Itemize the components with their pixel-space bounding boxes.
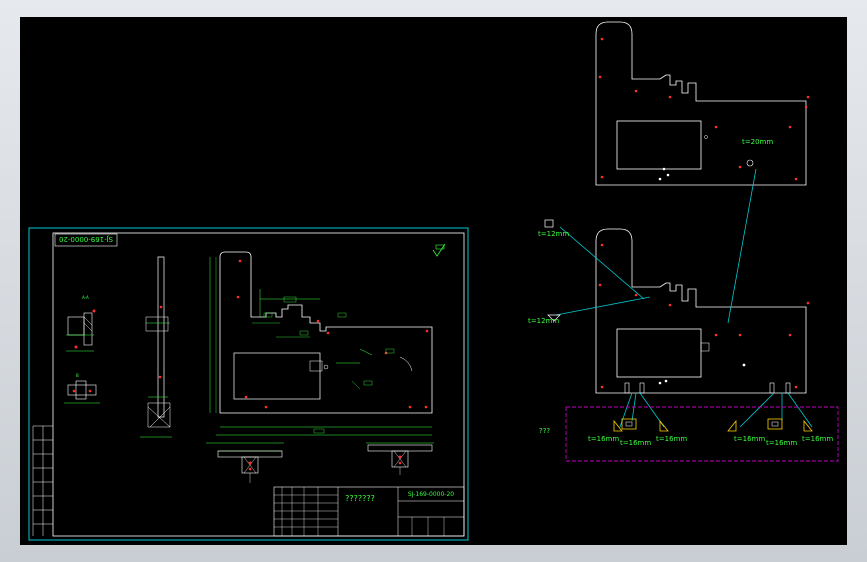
callout-t12-top: t=12mm: [538, 219, 569, 238]
callout-label-7: t=16mm: [766, 439, 797, 447]
triangle-icon: [613, 419, 623, 432]
title-block: ??????? SJ-169-0000-20: [273, 486, 465, 537]
square-icon: [621, 418, 637, 430]
main-plate-view: [209, 251, 433, 436]
callout-label-6: t=16mm: [734, 435, 765, 443]
drawing-svg: SJ-169-0000-20 A-A B ??????? SJ-169-0000…: [28, 21, 839, 541]
square-icon: [767, 418, 783, 430]
title-block-name: ???????: [345, 494, 375, 503]
svg-text:B: B: [76, 373, 79, 378]
thickness-label-top: t=20mm: [742, 138, 773, 146]
legend-label: ???: [539, 427, 550, 435]
drawing-sheet: SJ-169-0000-20 A-A B ??????? SJ-169-0000…: [28, 227, 469, 541]
roughness-symbol: [432, 243, 446, 257]
leader-lines: [555, 168, 813, 428]
section-view-a: A-A: [66, 295, 96, 352]
callout-label-5: t=16mm: [656, 435, 687, 443]
callout-label-3: t=16mm: [588, 435, 619, 443]
callout-label-1: t=12mm: [538, 230, 569, 238]
svg-text:A-A: A-A: [82, 295, 89, 300]
cad-drawing-canvas[interactable]: SJ-169-0000-20 A-A B ??????? SJ-169-0000…: [20, 17, 847, 545]
bottom-detail-right: [366, 442, 434, 475]
callout-t12-bottom: t=12mm: [528, 314, 561, 325]
triangle-icon: [803, 419, 813, 432]
triangle-icon: [659, 419, 669, 432]
bottom-detail-left: [206, 442, 284, 483]
callout-label-4: t=16mm: [620, 439, 651, 447]
revision-column: [32, 425, 53, 536]
detail-view-b: B: [64, 373, 100, 404]
callout-label-2: t=12mm: [528, 317, 559, 325]
callout-label-8: t=16mm: [802, 435, 833, 443]
sheet-title-rotated: SJ-169-0000-20: [59, 235, 113, 243]
triangle-icon: [727, 419, 737, 432]
thickness-legend-box: ??? t=16mm t=16mm t=16mm t=16mm t=16mm t…: [539, 406, 839, 462]
title-block-number: SJ-169-0000-20: [408, 491, 454, 498]
top-plate: t=20mm: [595, 21, 810, 186]
bottom-plate: [595, 228, 810, 394]
side-view: [140, 256, 172, 438]
